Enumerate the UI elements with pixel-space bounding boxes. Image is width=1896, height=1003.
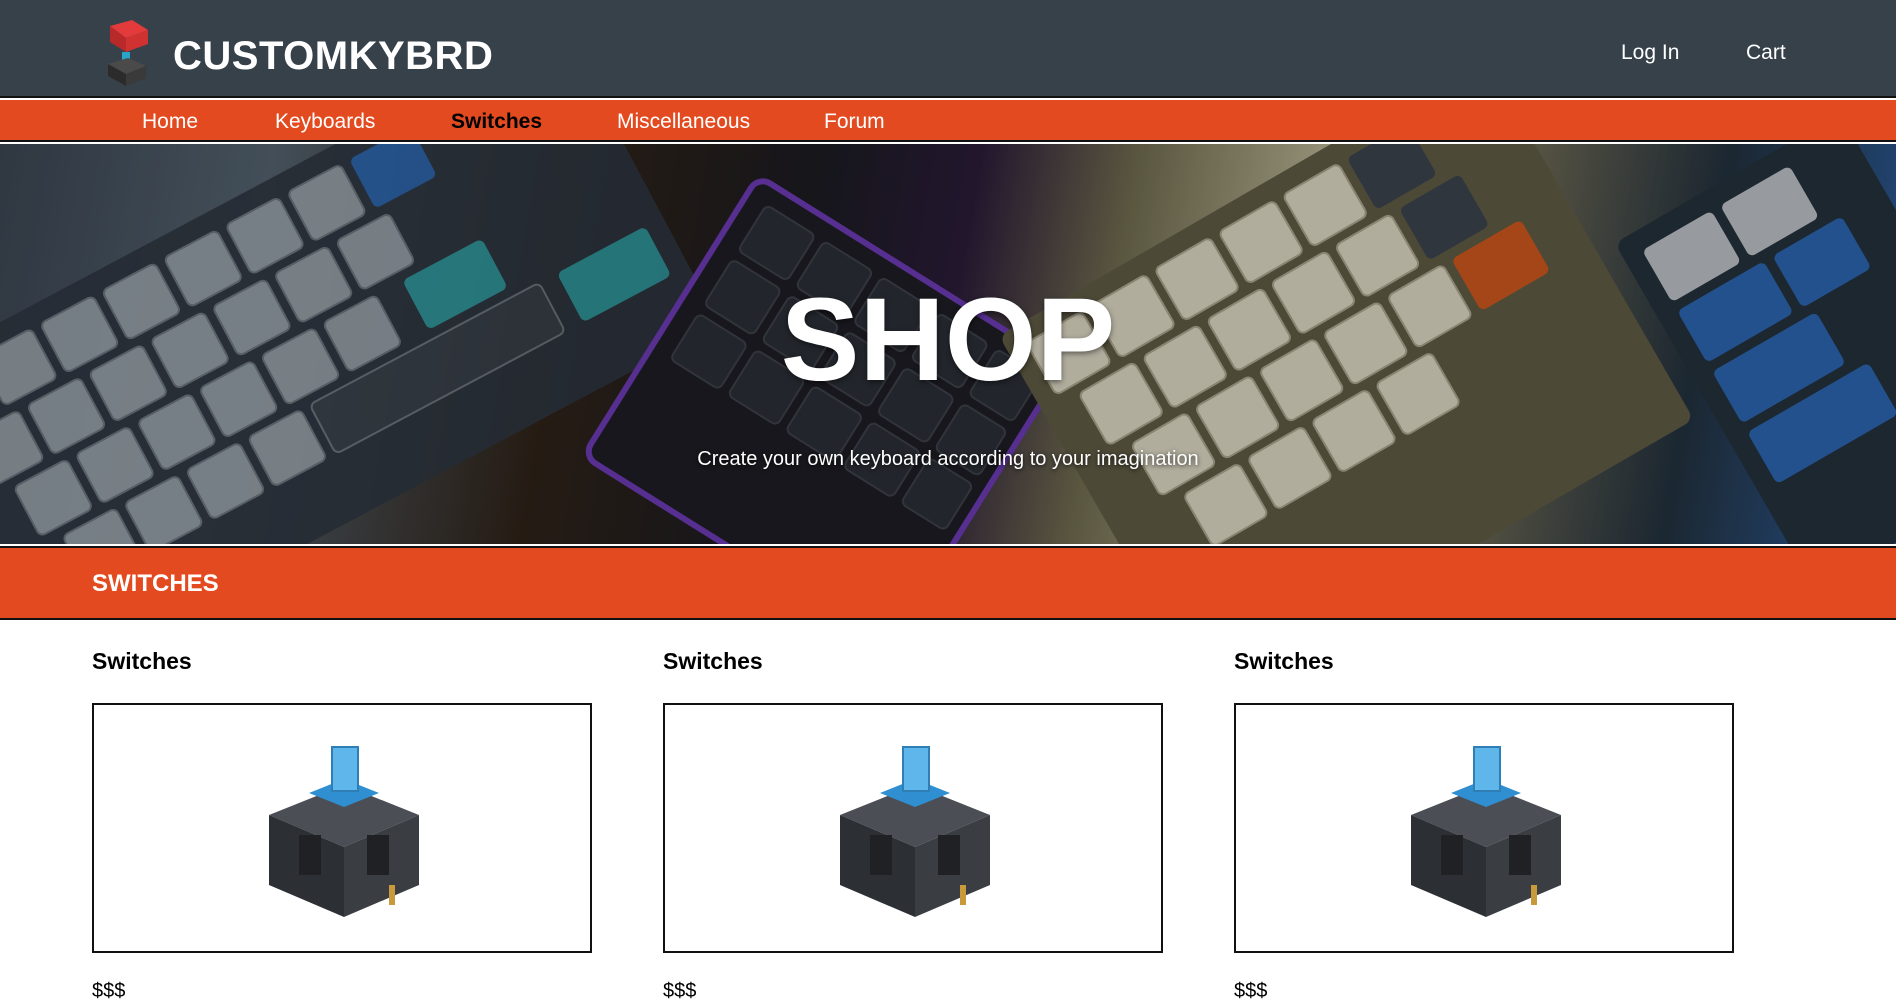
- product-name[interactable]: Switches: [92, 648, 592, 675]
- nav-item-keyboards[interactable]: Keyboards: [275, 110, 375, 134]
- product-image-frame[interactable]: [663, 703, 1163, 953]
- product-name[interactable]: Switches: [1234, 648, 1734, 675]
- brand-name[interactable]: CUSTOMKYBRD: [173, 34, 493, 79]
- blue-switch-image: [1411, 746, 1561, 917]
- product-price: $$$: [92, 980, 126, 1002]
- product-name[interactable]: Switches: [663, 648, 1163, 675]
- section-title: SWITCHES: [92, 570, 219, 597]
- main-nav: Home Keyboards Switches Miscellaneous Fo…: [0, 100, 1896, 142]
- hero-banner: SHOP Create your own keyboard according …: [0, 144, 1896, 544]
- login-link[interactable]: Log In: [1621, 41, 1679, 65]
- blue-switch-image: [840, 746, 990, 917]
- nav-item-switches[interactable]: Switches: [451, 110, 542, 134]
- product-card[interactable]: Switches $$$: [1234, 648, 1734, 1002]
- nav-item-home[interactable]: Home: [142, 110, 198, 134]
- product-card[interactable]: Switches $$$: [92, 648, 592, 1002]
- product-price: $$$: [1234, 980, 1268, 1002]
- hero-subtitle: Create your own keyboard according to yo…: [697, 448, 1199, 470]
- product-card[interactable]: Switches $$$: [663, 648, 1163, 1002]
- site-header: CUSTOMKYBRD Log In Cart: [0, 0, 1896, 98]
- cart-link[interactable]: Cart: [1746, 41, 1786, 65]
- nav-item-miscellaneous[interactable]: Miscellaneous: [617, 110, 750, 134]
- section-header: SWITCHES: [0, 546, 1896, 620]
- product-image-frame[interactable]: [92, 703, 592, 953]
- blue-switch-image: [269, 746, 419, 917]
- product-price: $$$: [663, 980, 697, 1002]
- hero-title: SHOP: [780, 274, 1116, 406]
- product-image-frame[interactable]: [1234, 703, 1734, 953]
- keycap-switch-icon[interactable]: [102, 18, 152, 88]
- nav-item-forum[interactable]: Forum: [824, 110, 885, 134]
